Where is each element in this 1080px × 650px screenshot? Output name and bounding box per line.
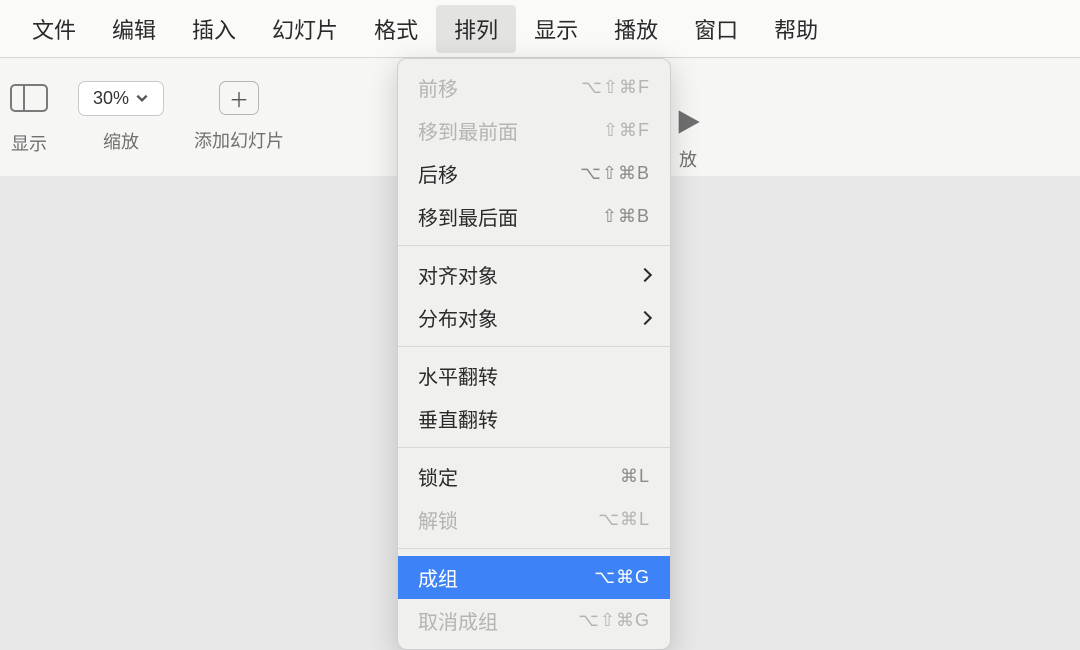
menu-format[interactable]: 格式 (356, 5, 436, 53)
menu-file[interactable]: 文件 (14, 5, 94, 53)
menu-item-distribute-objects[interactable]: 分布对象 (398, 296, 670, 339)
menu-item-send-to-back[interactable]: 移到最后面 ⇧⌘B (398, 195, 670, 238)
zoom-select[interactable]: 30% (78, 81, 164, 116)
menu-item-send-backward[interactable]: 后移 ⌥⇧⌘B (398, 152, 670, 195)
menu-help[interactable]: 帮助 (756, 5, 836, 53)
toolbar-add-slide-label: 添加幻灯片 (194, 127, 284, 153)
menu-slide[interactable]: 幻灯片 (254, 5, 356, 53)
dropdown-separator (398, 346, 670, 347)
toolbar-add-slide-group: ＋ 添加幻灯片 (194, 81, 284, 153)
menu-item-unlock[interactable]: 解锁 ⌥⌘L (398, 498, 670, 541)
toolbar-play-partial: 放 (674, 108, 702, 172)
menubar: 文件 编辑 插入 幻灯片 格式 排列 显示 播放 窗口 帮助 (0, 0, 1080, 58)
menu-item-bring-to-front[interactable]: 移到最前面 ⇧⌘F (398, 109, 670, 152)
submenu-arrow-icon (638, 267, 652, 281)
menu-item-ungroup[interactable]: 取消成组 ⌥⇧⌘G (398, 599, 670, 642)
chevron-down-icon (135, 91, 149, 105)
menu-item-lock[interactable]: 锁定 ⌘L (398, 455, 670, 498)
menu-item-group[interactable]: 成组 ⌥⌘G (398, 556, 670, 599)
arrange-dropdown: 前移 ⌥⇧⌘F 移到最前面 ⇧⌘F 后移 ⌥⇧⌘B 移到最后面 ⇧⌘B 对齐对象… (397, 58, 671, 650)
dropdown-separator (398, 548, 670, 549)
submenu-arrow-icon (638, 310, 652, 324)
menu-item-flip-vertical[interactable]: 垂直翻转 (398, 397, 670, 440)
menu-window[interactable]: 窗口 (676, 5, 756, 53)
menu-item-align-objects[interactable]: 对齐对象 (398, 253, 670, 296)
toolbar-view-label: 显示 (11, 130, 47, 156)
menu-insert[interactable]: 插入 (174, 5, 254, 53)
menu-view[interactable]: 显示 (516, 5, 596, 53)
menu-play[interactable]: 播放 (596, 5, 676, 53)
view-mode-icon[interactable] (10, 78, 48, 118)
menu-edit[interactable]: 编辑 (94, 5, 174, 53)
dropdown-separator (398, 245, 670, 246)
plus-icon: ＋ (229, 84, 249, 113)
play-icon[interactable] (674, 108, 702, 136)
add-slide-button[interactable]: ＋ (219, 81, 259, 115)
menu-item-flip-horizontal[interactable]: 水平翻转 (398, 354, 670, 397)
toolbar-view-group: 显示 (10, 78, 48, 156)
menu-arrange[interactable]: 排列 (436, 5, 516, 53)
toolbar-zoom-label: 缩放 (103, 128, 139, 154)
toolbar-zoom-group: 30% 缩放 (78, 81, 164, 154)
toolbar-play-label-partial: 放 (679, 146, 697, 172)
menu-item-bring-forward[interactable]: 前移 ⌥⇧⌘F (398, 66, 670, 109)
zoom-value: 30% (93, 88, 129, 109)
dropdown-separator (398, 447, 670, 448)
